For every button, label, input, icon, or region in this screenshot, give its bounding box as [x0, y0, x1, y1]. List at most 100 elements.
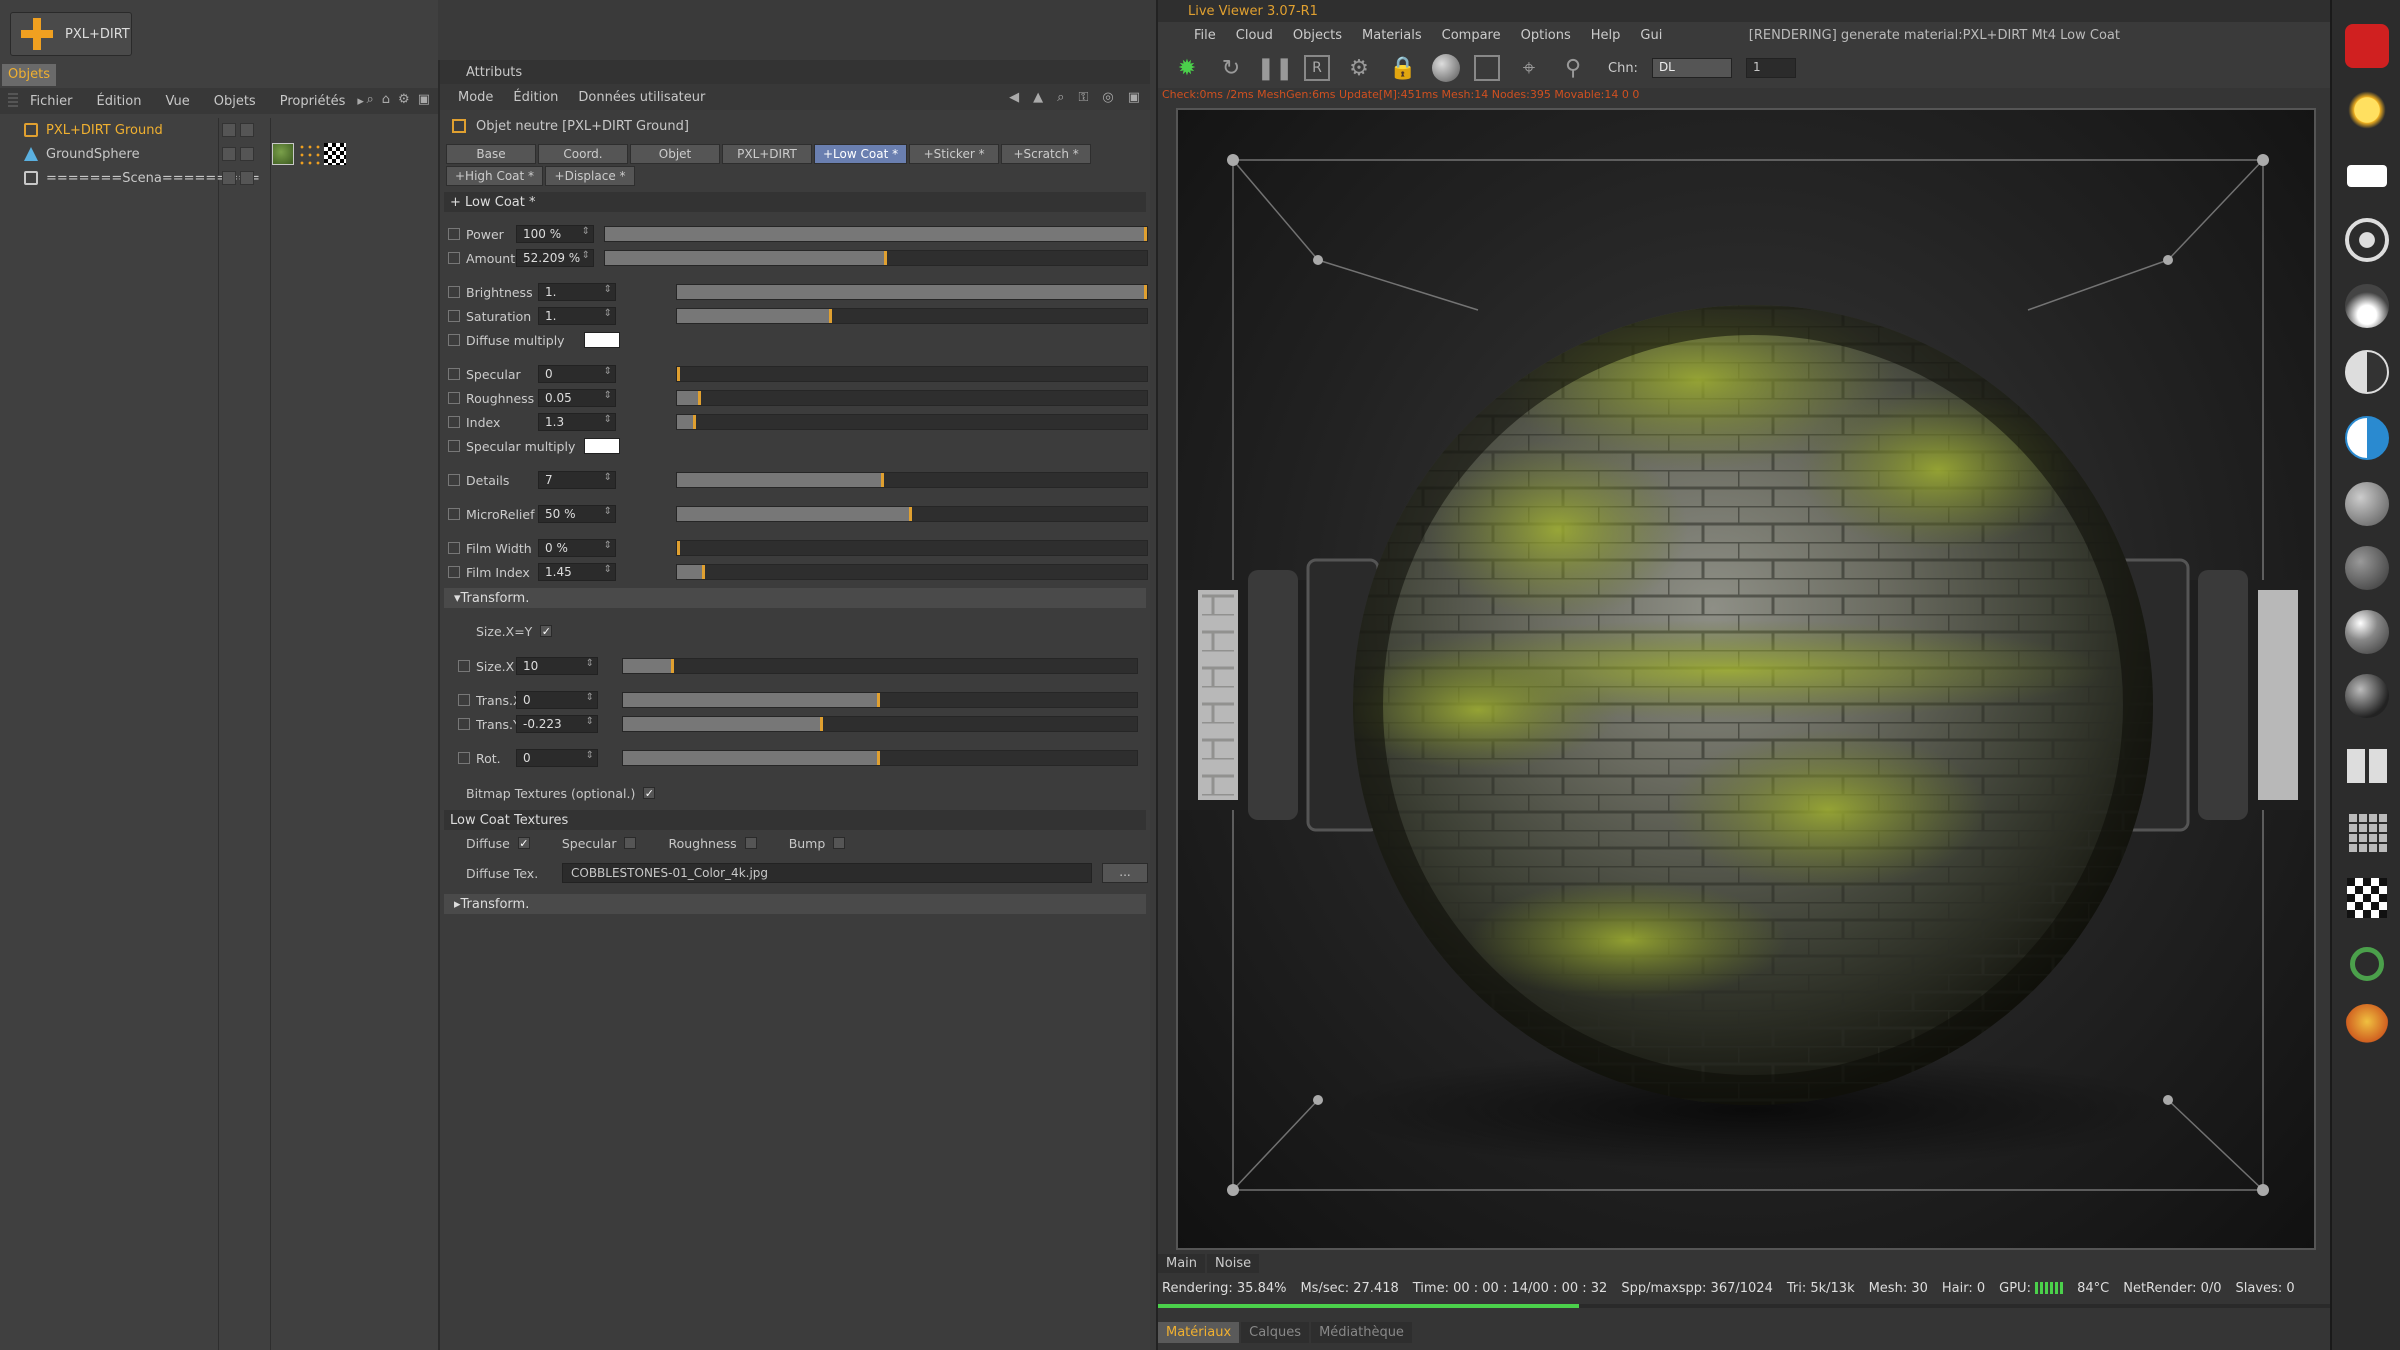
keyframe-icon[interactable]	[458, 718, 470, 730]
tree-row-scena[interactable]: =======Scena=========	[0, 166, 438, 190]
gear-icon[interactable]: ⚙	[398, 92, 410, 107]
keyframe-icon[interactable]	[448, 252, 460, 264]
details-field[interactable]: 7	[538, 471, 616, 489]
keyframe-icon[interactable]	[448, 566, 460, 578]
bump-checkbox[interactable]	[833, 837, 846, 849]
frame-number-field[interactable]: 1	[1745, 58, 1796, 78]
tab-main[interactable]: Main	[1158, 1254, 1206, 1273]
trans-y-field[interactable]: -0.223	[516, 715, 598, 733]
trans-x-slider[interactable]	[622, 692, 1138, 708]
frame-icon[interactable]	[1474, 55, 1500, 81]
render-viewport[interactable]	[1176, 108, 2316, 1250]
area-light-icon[interactable]	[2341, 150, 2393, 202]
menu-donnees-utilisateur[interactable]: Données utilisateur	[568, 90, 715, 105]
menu-gui[interactable]: Gui	[1630, 28, 1672, 43]
render-start-icon[interactable]: ✹	[1172, 53, 1202, 83]
size-x-slider[interactable]	[622, 658, 1138, 674]
menu-cloud[interactable]: Cloud	[1226, 28, 1283, 43]
region-render-icon[interactable]: R	[1304, 55, 1330, 81]
keyframe-icon[interactable]	[458, 752, 470, 764]
trans-x-field[interactable]: 0	[516, 691, 598, 709]
gray-sphere-icon[interactable]	[2341, 478, 2393, 530]
tab-objet[interactable]: Objet	[630, 144, 720, 164]
menu-objects[interactable]: Objects	[1283, 28, 1352, 43]
tab-pxl-dirt[interactable]: PXL+DIRT	[722, 144, 812, 164]
material-sphere-icon[interactable]	[1432, 54, 1460, 82]
recycle-icon[interactable]	[2341, 938, 2393, 990]
blue-half-disc-icon[interactable]	[2341, 412, 2393, 464]
tab-high-coat[interactable]: +High Coat *	[446, 166, 544, 186]
size-x-field[interactable]: 10	[516, 657, 598, 675]
up-arrow-icon[interactable]: ▲	[1033, 90, 1043, 105]
tree-icon[interactable]	[2341, 1000, 2393, 1052]
menu-help[interactable]: Help	[1581, 28, 1631, 43]
checker-tag-icon[interactable]	[324, 143, 346, 165]
keyframe-icon[interactable]	[448, 440, 460, 452]
tree-row-pxl-dirt-ground[interactable]: PXL+DIRT Ground	[0, 118, 438, 142]
dim-sphere-icon[interactable]	[2341, 542, 2393, 594]
back-arrow-icon[interactable]: ◀	[1009, 90, 1019, 105]
details-slider[interactable]	[676, 472, 1148, 488]
menu-objets[interactable]: Objets	[202, 94, 268, 109]
specular-field[interactable]: 0	[538, 365, 616, 383]
power-field[interactable]: 100 %	[516, 225, 594, 243]
pin-icon[interactable]: ⌖	[1514, 53, 1544, 83]
visibility-flags[interactable]	[222, 147, 254, 161]
pxl-dirt-button[interactable]: PXL+DIRT	[10, 12, 132, 56]
film-index-field[interactable]: 1.45	[538, 563, 616, 581]
roughness-field[interactable]: 0.05	[538, 389, 616, 407]
saturation-slider[interactable]	[676, 308, 1148, 324]
tree-row-groundsphere[interactable]: GroundSphere	[0, 142, 438, 166]
search-icon[interactable]: ⌕	[367, 92, 374, 107]
brightness-field[interactable]: 1.	[538, 283, 616, 301]
keyframe-icon[interactable]	[458, 660, 470, 672]
specular-multiply-color-swatch[interactable]	[584, 438, 620, 454]
tab-calques[interactable]: Calques	[1241, 1322, 1310, 1343]
half-disc-icon[interactable]	[2341, 346, 2393, 398]
bitmap-textures-checkbox[interactable]: ✓	[643, 787, 656, 799]
tab-sticker[interactable]: +Sticker *	[909, 144, 1000, 164]
diffuse-tex-path-field[interactable]: COBBLESTONES-01_Color_4k.jpg	[562, 863, 1092, 883]
checker-icon[interactable]	[2341, 872, 2393, 924]
dots-tag-icon[interactable]	[298, 143, 320, 165]
menu-edition[interactable]: Édition	[85, 94, 154, 109]
channel-select[interactable]: DL	[1651, 58, 1732, 78]
menu-mode[interactable]: Mode	[448, 90, 503, 105]
refresh-icon[interactable]: ↻	[1216, 53, 1246, 83]
settings-gear-icon[interactable]: ⚙	[1344, 53, 1374, 83]
index-slider[interactable]	[676, 414, 1148, 430]
transform-group-header[interactable]: ▾ Transform.	[444, 588, 1146, 608]
microrelief-slider[interactable]	[676, 506, 1148, 522]
specular-checkbox[interactable]	[624, 837, 637, 849]
glossy-sphere-icon[interactable]	[2341, 606, 2393, 658]
tab-objets[interactable]: Objets	[2, 64, 56, 86]
keyframe-icon[interactable]	[448, 286, 460, 298]
visibility-flags[interactable]	[222, 123, 254, 137]
roughness-slider[interactable]	[676, 390, 1148, 406]
pin-outline-icon[interactable]: ⚲	[1558, 53, 1588, 83]
microrelief-field[interactable]: 50 %	[538, 505, 616, 523]
new-window-icon[interactable]: ▣	[418, 92, 430, 107]
home-icon[interactable]: ⌂	[382, 92, 390, 107]
saturation-field[interactable]: 1.	[538, 307, 616, 325]
rot-slider[interactable]	[622, 750, 1138, 766]
specular-texture-toggle[interactable]: Specular	[562, 836, 637, 851]
keyframe-icon[interactable]	[448, 228, 460, 240]
tab-coord[interactable]: Coord.	[538, 144, 628, 164]
menu-fichier[interactable]: Fichier	[18, 94, 85, 109]
menu-proprietes[interactable]: Propriétés	[268, 94, 358, 109]
menu-materials[interactable]: Materials	[1352, 28, 1432, 43]
keyframe-icon[interactable]	[458, 694, 470, 706]
lock-icon[interactable]: ⚿	[1078, 90, 1088, 105]
menu-compare[interactable]: Compare	[1432, 28, 1511, 43]
trans-y-slider[interactable]	[622, 716, 1138, 732]
transform2-group-header[interactable]: ▸ Transform.	[444, 894, 1146, 914]
diffuse-texture-toggle[interactable]: Diffuse ✓	[466, 836, 530, 851]
browse-button[interactable]: ...	[1102, 863, 1148, 883]
lock-icon[interactable]: 🔒	[1388, 53, 1418, 83]
index-field[interactable]: 1.3	[538, 413, 616, 431]
tab-mediatheque[interactable]: Médiathèque	[1311, 1322, 1412, 1343]
keyframe-icon[interactable]	[448, 310, 460, 322]
amount-field[interactable]: 52.209 %	[516, 249, 594, 267]
keyframe-icon[interactable]	[448, 508, 460, 520]
